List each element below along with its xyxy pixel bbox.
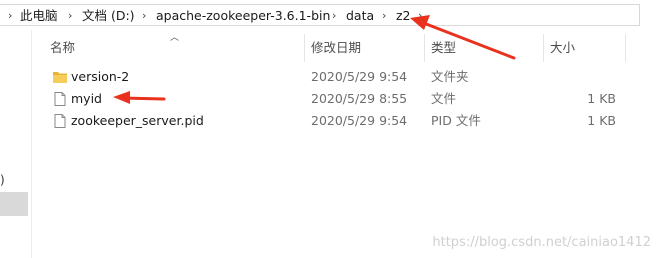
file-type: 文件夹 xyxy=(431,69,469,84)
sort-up-icon: ︿ xyxy=(170,33,180,43)
file-size: 1 KB xyxy=(587,91,616,106)
breadcrumb[interactable]: › 此电脑 › 文档 (D:) › apache-zookeeper-3.6.1… xyxy=(0,4,640,26)
file-name[interactable]: myid xyxy=(71,88,102,110)
file-size xyxy=(564,66,616,88)
breadcrumb-item-drive-d[interactable]: 文档 (D:) xyxy=(82,5,135,27)
file-size: 1 KB xyxy=(587,113,616,128)
navigation-pane[interactable]: ) xyxy=(0,30,32,258)
file-type: 文件 xyxy=(431,91,457,106)
column-divider[interactable] xyxy=(625,34,626,62)
file-type: PID 文件 xyxy=(431,113,481,128)
file-name[interactable]: version-2 xyxy=(71,66,129,88)
column-header-name[interactable]: 名称 xyxy=(50,37,75,59)
file-icon xyxy=(54,114,66,128)
chevron-right-icon[interactable]: › xyxy=(8,5,12,27)
breadcrumb-item-data[interactable]: data xyxy=(346,5,374,27)
column-header-size[interactable]: 大小 xyxy=(550,37,575,59)
file-modified: 2020/5/29 9:54 xyxy=(311,69,408,84)
chevron-right-icon[interactable]: › xyxy=(332,5,336,27)
chevron-right-icon[interactable]: › xyxy=(418,5,422,27)
column-divider[interactable] xyxy=(304,34,305,62)
watermark: https://blog.csdn.net/cainiao1412 xyxy=(432,235,651,250)
file-name[interactable]: zookeeper_server.pid xyxy=(71,110,204,132)
breadcrumb-item-this-pc[interactable]: 此电脑 xyxy=(20,5,58,27)
file-modified: 2020/5/29 9:54 xyxy=(311,113,408,128)
column-divider[interactable] xyxy=(424,34,425,62)
file-row-zookeeper-server-pid[interactable]: zookeeper_server.pid 2020/5/29 9:54 PID … xyxy=(44,110,634,132)
nav-item-selected[interactable] xyxy=(0,192,28,216)
chevron-right-icon[interactable]: › xyxy=(68,5,72,27)
file-row-version-2[interactable]: version-2 2020/5/29 9:54 文件夹 xyxy=(44,66,634,88)
file-modified: 2020/5/29 8:55 xyxy=(311,91,408,106)
file-row-myid[interactable]: myid 2020/5/29 8:55 文件 1 KB xyxy=(44,88,634,110)
nav-item-fragment[interactable]: ) xyxy=(0,173,5,187)
column-header-modified[interactable]: 修改日期 xyxy=(311,37,361,59)
address-bar: › 此电脑 › 文档 (D:) › apache-zookeeper-3.6.1… xyxy=(0,0,659,30)
breadcrumb-item-z2[interactable]: z2 xyxy=(396,5,411,27)
chevron-right-icon[interactable]: › xyxy=(382,5,386,27)
breadcrumb-item-zookeeper[interactable]: apache-zookeeper-3.6.1-bin xyxy=(156,5,330,27)
folder-icon xyxy=(53,72,67,83)
file-icon xyxy=(54,92,66,106)
column-header-type[interactable]: 类型 xyxy=(431,37,456,59)
chevron-right-icon[interactable]: › xyxy=(142,5,146,27)
column-divider[interactable] xyxy=(543,34,544,62)
